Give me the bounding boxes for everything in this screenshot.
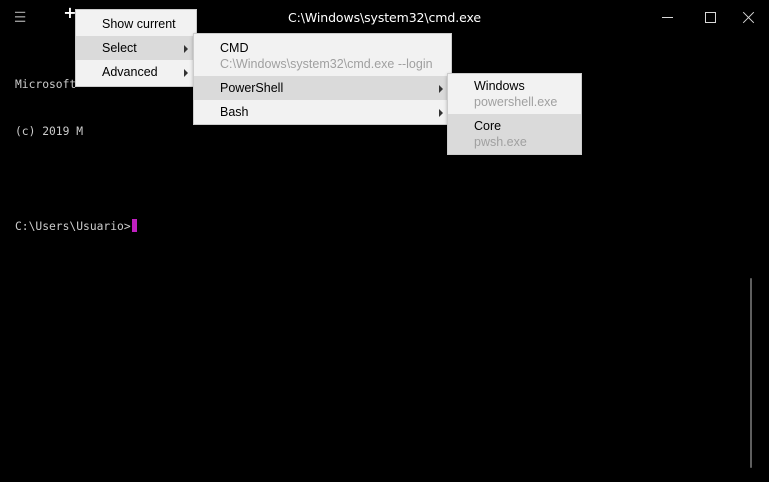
close-button[interactable] [727,0,769,34]
menu-item-label: CMD [220,41,249,55]
menu-item-powershell[interactable]: PowerShell [194,76,451,100]
menu-item-show-current[interactable]: Show current [76,12,196,36]
menu-item-label: Core [474,119,502,133]
menu-item-label: Bash [220,105,249,119]
menu-item-select[interactable]: Select [76,36,196,60]
menu-item-powershell-core[interactable]: Core pwsh.exe [448,114,581,154]
menu-item-detail: C:\Windows\system32\cmd.exe --login [220,57,433,71]
maximize-icon [704,11,716,23]
minimize-icon [661,16,673,18]
console-line: (c) 2019 M [15,124,84,138]
chevron-right-icon [184,45,188,53]
menu-item-label: Windows [474,79,525,93]
minimize-button[interactable] [645,0,689,34]
text-cursor [131,219,137,232]
chevron-right-icon [439,85,443,93]
menu-item-label: Show current [102,17,176,31]
menu-item-advanced[interactable]: Advanced [76,60,196,84]
chevron-right-icon [439,109,443,117]
close-icon [743,11,755,23]
select-submenu: CMD C:\Windows\system32\cmd.exe --login … [193,33,452,125]
menu-item-detail: pwsh.exe [474,135,527,149]
powershell-submenu: Windows powershell.exe Core pwsh.exe [447,73,582,155]
menu-item-cmd[interactable]: CMD C:\Windows\system32\cmd.exe --login [194,34,451,76]
chevron-right-icon [184,69,188,77]
scrollbar-thumb[interactable] [750,278,752,468]
menu-item-label: Select [102,41,137,55]
menu-item-windows-powershell[interactable]: Windows powershell.exe [448,74,581,114]
context-menu: Show current Select Advanced [75,9,197,87]
menu-item-bash[interactable]: Bash [194,100,451,124]
menu-item-detail: powershell.exe [474,95,558,109]
menu-item-label: PowerShell [220,81,284,95]
maximize-button[interactable] [688,0,732,34]
console-prompt-line: C:\Users\Usuario> [15,219,137,235]
menu-item-label: Advanced [102,65,158,79]
console-prompt: C:\Users\Usuario> [15,220,131,233]
